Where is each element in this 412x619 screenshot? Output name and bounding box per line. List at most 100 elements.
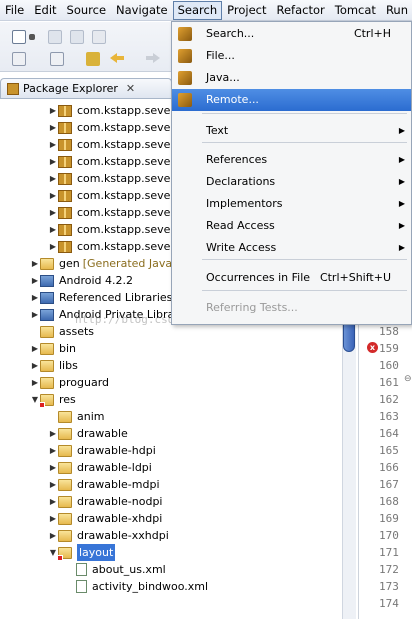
tree-item[interactable]: ▶ com.kstapp.seve	[48, 204, 170, 221]
error-marker-icon[interactable]: x	[367, 342, 378, 353]
forward-icon[interactable]	[146, 53, 160, 63]
expand-arrow-icon[interactable]: ▶	[48, 238, 58, 255]
menu-source[interactable]: Source	[62, 1, 112, 20]
search-menu-item[interactable]: References ▶	[172, 149, 411, 171]
tree-item[interactable]: ▶ com.kstapp.seve	[48, 119, 170, 136]
search-menu-item[interactable]: Implementors ▶	[172, 193, 411, 215]
tree-item[interactable]: ▶ drawable-nodpi	[48, 493, 163, 510]
expand-arrow-icon[interactable]: ▶	[48, 476, 58, 493]
expand-arrow-icon[interactable]: ▶	[48, 442, 58, 459]
menu-tomcat[interactable]: Tomcat	[330, 1, 381, 20]
last-edit-icon[interactable]	[86, 52, 100, 66]
menu-separator	[202, 142, 407, 143]
search-menu-item[interactable]: Occurrences in File Ctrl+Shift+U	[172, 267, 411, 289]
expand-arrow-icon[interactable]: ▶	[48, 204, 58, 221]
expand-arrow-icon[interactable]: ▶	[30, 272, 40, 289]
tree-item[interactable]: anim	[48, 408, 104, 425]
search-menu-item[interactable]: Read Access ▶	[172, 215, 411, 237]
tree-item[interactable]: activity_bindwoo.xml	[66, 578, 208, 595]
search-menu-item[interactable]: Declarations ▶	[172, 171, 411, 193]
expand-arrow-icon[interactable]: ▶	[30, 289, 40, 306]
menu-edit[interactable]: Edit	[29, 1, 61, 20]
tree-item[interactable]: ▶ drawable-xhdpi	[48, 510, 162, 527]
tree-item[interactable]: ▶ Referenced Libraries	[30, 289, 172, 306]
expand-arrow-icon[interactable]: ▶	[30, 357, 40, 374]
tree-item[interactable]: ▶ com.kstapp.seve	[48, 102, 170, 119]
package-icon	[58, 104, 72, 117]
search-menu-item[interactable]: Text ▶	[172, 120, 411, 142]
next-annotation-icon[interactable]	[12, 52, 26, 66]
package-explorer-tab[interactable]: Package Explorer ✕	[0, 78, 172, 98]
save-icon[interactable]	[48, 30, 62, 44]
tree-item[interactable]: ▶ drawable-hdpi	[48, 442, 156, 459]
expand-arrow-icon[interactable]: ▶	[48, 136, 58, 153]
line-number: 158	[379, 325, 399, 338]
back-icon[interactable]	[110, 53, 124, 63]
expand-arrow-icon[interactable]: ▶	[30, 306, 40, 323]
save-all-icon[interactable]	[70, 30, 84, 44]
package-icon	[58, 138, 72, 151]
tree-item[interactable]: ▶ libs	[30, 357, 78, 374]
tree-item[interactable]: ▼ res	[30, 391, 76, 408]
tree-item[interactable]: ▶ drawable-xxhdpi	[48, 527, 169, 544]
menu-navigate[interactable]: Navigate	[111, 1, 173, 20]
expand-arrow-icon[interactable]: ▶	[48, 153, 58, 170]
menu-item-label: Occurrences in File	[206, 271, 311, 284]
menu-item-label: Text	[206, 124, 229, 137]
tree-item[interactable]: ▶ proguard	[30, 374, 109, 391]
menu-project[interactable]: Project	[222, 1, 271, 20]
search-menu-item[interactable]: File...	[172, 45, 411, 67]
search-menu-item[interactable]: Remote...	[172, 89, 411, 111]
search-menu-item[interactable]: Write Access ▶	[172, 237, 411, 259]
tree-item[interactable]: ▶ bin	[30, 340, 76, 357]
tree-item[interactable]: ▶ com.kstapp.seve	[48, 136, 170, 153]
expand-arrow-icon[interactable]: ▶	[48, 459, 58, 476]
tree-item[interactable]: ▶ Android 4.2.2	[30, 272, 133, 289]
tree-item[interactable]: ▶ com.kstapp.seve	[48, 170, 170, 187]
tree-item[interactable]: ▶ com.kstapp.seve	[48, 238, 170, 255]
close-icon[interactable]: ✕	[126, 82, 135, 95]
fold-icon[interactable]: ⊖	[404, 374, 412, 384]
tree-item-label: about_us.xml	[92, 563, 166, 576]
print-icon[interactable]	[92, 30, 106, 44]
tree-item[interactable]: ▶ com.kstapp.seve	[48, 153, 170, 170]
menu-refactor[interactable]: Refactor	[272, 1, 330, 20]
tree-item[interactable]: ▶ drawable	[48, 425, 128, 442]
menu-search[interactable]: Search	[172, 0, 223, 20]
submenu-arrow-icon: ▶	[398, 126, 405, 135]
folder-icon	[58, 444, 72, 457]
expand-arrow-icon[interactable]: ▶	[30, 340, 40, 357]
expand-arrow-icon[interactable]: ▶	[48, 170, 58, 187]
expand-arrow-icon[interactable]: ▶	[30, 255, 40, 272]
menu-run[interactable]: Run	[381, 1, 412, 20]
expand-arrow-icon[interactable]: ▶	[48, 102, 58, 119]
line-number: 173	[379, 580, 399, 593]
tree-item[interactable]: ▶ com.kstapp.seve	[48, 221, 170, 238]
tree-item-label: drawable-hdpi	[77, 444, 156, 457]
java-search-icon	[178, 71, 192, 85]
tree-item[interactable]: about_us.xml	[66, 561, 166, 578]
search-menu-item[interactable]: Referring Tests...	[172, 297, 411, 319]
tree-item[interactable]: ▶ gen [Generated Java	[30, 255, 172, 272]
package-icon	[58, 206, 72, 219]
tree-item-label: Android 4.2.2	[59, 274, 134, 287]
search-menu-item[interactable]: Search... Ctrl+H	[172, 23, 411, 45]
expand-arrow-icon[interactable]: ▶	[30, 374, 40, 391]
package-icon	[58, 155, 72, 168]
search-menu-item[interactable]: Java...	[172, 67, 411, 89]
tree-item[interactable]: ▼ layout	[48, 544, 116, 561]
expand-arrow-icon[interactable]: ▶	[48, 510, 58, 527]
tree-item[interactable]: ▶ com.kstapp.seve	[48, 187, 170, 204]
expand-arrow-icon[interactable]: ▶	[48, 187, 58, 204]
tree-item[interactable]: ▶ drawable-mdpi	[48, 476, 160, 493]
new-icon[interactable]	[12, 30, 26, 44]
tree-item[interactable]: ▶ drawable-ldpi	[48, 459, 152, 476]
expand-arrow-icon[interactable]: ▶	[48, 527, 58, 544]
expand-arrow-icon[interactable]: ▶	[48, 119, 58, 136]
prev-annotation-icon[interactable]	[50, 52, 64, 66]
menu-file[interactable]: File	[0, 1, 29, 20]
expand-arrow-icon[interactable]: ▶	[48, 493, 58, 510]
expand-arrow-icon[interactable]: ▶	[48, 425, 58, 442]
expand-arrow-icon[interactable]: ▶	[48, 221, 58, 238]
chevron-down-icon[interactable]	[29, 34, 35, 40]
